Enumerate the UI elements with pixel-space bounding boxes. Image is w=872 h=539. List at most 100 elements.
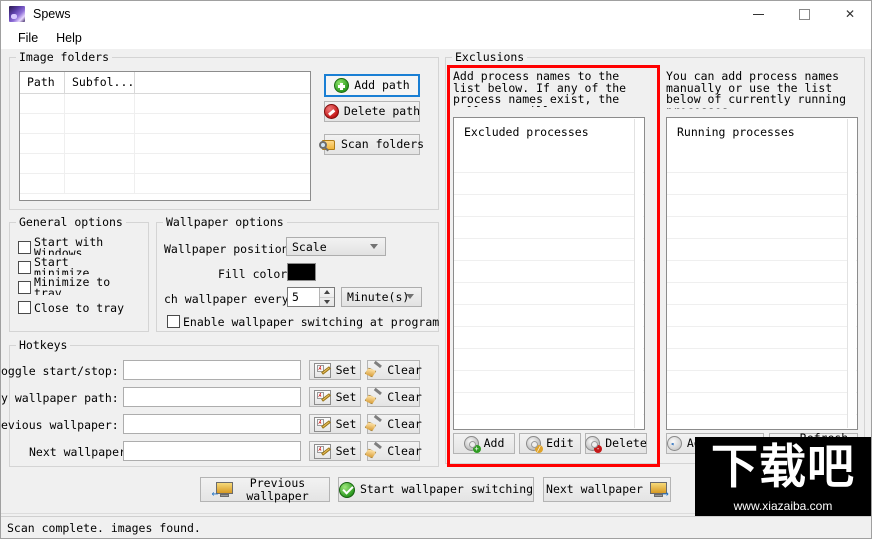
list-item[interactable] [454,217,644,239]
column-blank[interactable] [135,72,310,93]
hotkey-input-previous-wallpaper[interactable] [123,414,301,434]
site-watermark: 下载吧 www.xiazaiba.com [695,437,871,521]
table-row[interactable] [20,154,310,174]
exclusions-add-button[interactable]: + Add [453,433,515,454]
hotkey-clear-label: Clear [387,443,422,458]
previous-wallpaper-button[interactable]: ← Previous wallpaper [200,477,330,502]
hotkey-clear-button-copy-wallpaper-path[interactable]: Clear [367,387,422,407]
hotkey-clear-button-next-wallpaper[interactable]: Clear [367,441,422,461]
hotkey-clear-button-toggle-start-stop[interactable]: Clear [367,360,422,380]
add-path-button[interactable]: Add path [324,74,420,97]
checkbox-close-to-tray[interactable] [18,301,31,314]
stepper-down-icon[interactable] [320,298,334,307]
list-item[interactable] [454,261,644,283]
list-item[interactable] [454,151,644,173]
excluded-processes-list[interactable]: Excluded processes [453,117,645,430]
list-item[interactable] [454,327,644,349]
start-wallpaper-switching-button[interactable]: Start wallpaper switching [338,477,534,502]
list-item[interactable] [454,283,644,305]
label-close-to-tray: Close to tray [34,301,125,315]
excluded-processes-scrollbar[interactable] [634,119,643,428]
list-item[interactable] [667,217,857,239]
exclusions-edit-button[interactable]: / Edit [519,433,581,454]
list-item[interactable] [667,261,857,283]
delete-path-button[interactable]: Delete path [323,101,420,122]
scan-folders-label: Scan folders [340,137,425,152]
list-item[interactable] [667,305,857,327]
list-item[interactable] [454,393,644,415]
stepper-buttons[interactable] [319,288,334,306]
table-row[interactable] [20,134,310,154]
stepper-up-icon[interactable] [320,288,334,298]
next-wallpaper-button[interactable]: Next wallpaper → [543,477,671,502]
hotkey-set-button-previous-wallpaper[interactable]: A Set [309,414,361,434]
gear-arrow-icon [666,436,682,451]
list-item[interactable] [454,173,644,195]
list-item[interactable] [454,305,644,327]
hotkey-clear-button-previous-wallpaper[interactable]: Clear [365,414,422,434]
menu-item-file[interactable]: File [9,29,47,47]
key-edit-icon: A [313,362,331,378]
hotkey-set-button-toggle-start-stop[interactable]: A Set [309,360,361,380]
hotkey-clear-label: Clear [387,389,422,404]
table-row[interactable] [20,114,310,134]
list-item[interactable] [667,349,857,371]
list-item[interactable] [667,327,857,349]
switch-interval-unit-select[interactable]: Minute(s) [341,287,422,307]
running-processes-list-title: Running processes [677,125,795,139]
status-bar-text: Scan complete. images found. [7,520,201,535]
exclusions-left-description: Add process names to the list below. If … [453,71,627,107]
list-item[interactable] [667,239,857,261]
window-title: Spews [33,7,71,21]
checkbox-enable-switching-at-startup[interactable] [167,315,180,328]
column-path[interactable]: Path [20,72,65,93]
menu-item-help[interactable]: Help [47,29,91,47]
hotkey-input-next-wallpaper[interactable] [123,441,301,461]
maximize-button[interactable] [781,1,827,27]
list-item[interactable] [454,349,644,371]
hotkey-input-toggle-start-stop[interactable] [123,360,301,380]
table-row[interactable] [20,94,310,114]
minimize-button[interactable] [735,1,781,27]
checkbox-start-with-windows[interactable] [18,241,31,254]
running-processes-scrollbar[interactable] [847,119,856,428]
label-wallpaper-position: Wallpaper position: [164,242,296,256]
scan-folders-button[interactable]: Scan folders [318,134,424,155]
switch-interval-stepper[interactable]: 5 [287,287,335,307]
list-item[interactable] [667,173,857,195]
wallpaper-position-select[interactable]: Scale [286,237,386,256]
list-item[interactable] [454,195,644,217]
fill-color-swatch[interactable] [287,263,316,281]
hotkey-input-copy-wallpaper-path[interactable] [123,387,301,407]
checkbox-start-minimized[interactable] [18,261,31,274]
key-edit-icon: A [313,389,331,405]
table-row[interactable] [20,174,310,194]
list-item[interactable] [667,371,857,393]
list-item[interactable] [667,283,857,305]
running-processes-list[interactable]: Running processes [666,117,858,430]
list-item[interactable] [454,371,644,393]
hotkey-set-label: Set [335,416,357,431]
close-button[interactable]: ✕ [827,1,871,27]
hotkey-set-button-copy-wallpaper-path[interactable]: A Set [309,387,361,407]
list-item[interactable] [667,393,857,415]
chevron-down-icon [406,294,414,299]
exclusions-add-label: Add [483,436,505,451]
resize-gripper[interactable] [858,524,870,536]
hotkey-label-next-wallpaper: Next wallpaper: [29,445,133,459]
exclusions-right-description: You can add process names manually or us… [666,71,847,109]
status-bar: Scan complete. images found. [1,516,871,538]
exclusions-delete-button[interactable]: - Delete [585,433,647,454]
menu-bar: File Help [1,27,871,49]
list-item[interactable] [667,195,857,217]
switch-interval-value: 5 [292,290,299,304]
list-item[interactable] [454,239,644,261]
hotkey-set-button-next-wallpaper[interactable]: A Set [309,441,361,461]
start-wallpaper-switching-label: Start wallpaper switching [359,482,534,497]
image-folders-listview[interactable]: Path Subfol... [19,71,311,201]
checkbox-minimize-to-tray[interactable] [18,281,31,294]
minimize-icon [752,13,764,15]
list-item[interactable] [667,151,857,173]
column-subfolders[interactable]: Subfol... [65,72,135,93]
broom-icon [365,414,383,432]
